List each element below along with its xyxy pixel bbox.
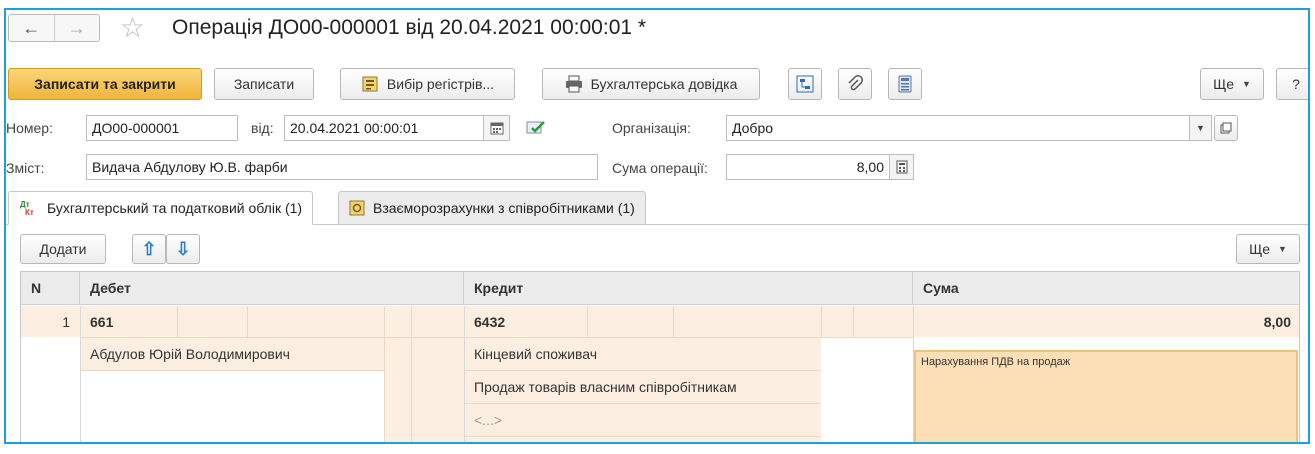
column-header-n[interactable]: N: [21, 272, 80, 305]
credit-account-cell[interactable]: 6432: [464, 306, 913, 337]
debit-subconto-cell[interactable]: Абдулов Юрій Володимирович: [80, 337, 384, 370]
arrow-down-icon: ⇩: [175, 238, 191, 259]
chevron-down-icon: ▼: [1196, 123, 1205, 133]
document-window: ← → ☆ Операція ДО00-000001 від 20.04.202…: [4, 8, 1310, 444]
date-label: від:: [251, 120, 274, 136]
amount-cell[interactable]: 8,00: [913, 306, 1299, 337]
back-button[interactable]: ←: [9, 15, 54, 41]
organization-field[interactable]: Добро: [726, 115, 1190, 141]
table-more-label: Ще: [1249, 241, 1270, 257]
credit-subconto-filler: [464, 436, 821, 442]
organization-label: Організація:: [612, 120, 691, 136]
open-window-icon: [1220, 122, 1232, 134]
row-separator: [464, 403, 821, 404]
tab-accounting-label: Бухгалтерський та податковий облік (1): [47, 200, 303, 216]
debit-account-cell[interactable]: 661: [80, 306, 464, 337]
subcolumn-separator: [821, 306, 822, 337]
credit-subconto-cell-2[interactable]: Продаж товарів власним співробітникам: [464, 370, 821, 403]
more-actions-label: Ще: [1213, 76, 1234, 92]
row-separator: [80, 370, 384, 371]
open-organization-button[interactable]: [1214, 115, 1238, 141]
save-button[interactable]: Записати: [214, 68, 314, 100]
choose-registers-button[interactable]: Вибір регістрів...: [340, 68, 515, 100]
favorite-star-icon[interactable]: ☆: [120, 12, 145, 44]
tab-settlements-label: Взаєморозрахунки з співробітниками (1): [373, 200, 635, 216]
subcolumn-separator: [853, 306, 854, 337]
column-separator: [80, 306, 81, 442]
navigation-buttons: ← →: [8, 14, 100, 42]
registers-icon: [361, 75, 379, 93]
svg-text:Кт: Кт: [25, 208, 34, 217]
column-separator: [464, 306, 465, 442]
save-and-close-button[interactable]: Записати та закрити: [8, 68, 202, 100]
subcolumn-separator: [247, 306, 248, 337]
chevron-down-icon: ▼: [1278, 244, 1287, 254]
credit-subconto-cell-1[interactable]: Кінцевий споживач: [464, 337, 821, 370]
add-row-button[interactable]: Додати: [20, 234, 106, 264]
amount-calculator-button[interactable]: [890, 154, 914, 180]
calculator-icon: [897, 75, 913, 93]
row-separator: [464, 436, 821, 437]
amount-field[interactable]: 8,00: [726, 154, 890, 180]
column-header-debit[interactable]: Дебет: [80, 272, 464, 305]
move-down-button[interactable]: ⇩: [166, 234, 200, 264]
entries-table: N Дебет Кредит Сума 1 661 Абдулов Юрій В…: [20, 271, 1300, 442]
row-separator: [80, 337, 913, 338]
more-actions-button[interactable]: Ще ▼: [1200, 68, 1264, 100]
printer-icon: [565, 75, 583, 93]
attachments-button[interactable]: [838, 68, 872, 100]
arrow-right-icon: →: [67, 17, 86, 38]
table-more-button[interactable]: Ще ▼: [1236, 234, 1300, 264]
accounting-statement-button[interactable]: Бухгалтерська довідка: [542, 68, 760, 100]
amount-label: Сума операції:: [612, 160, 708, 176]
tab-settlements[interactable]: Взаєморозрахунки з співробітниками (1): [338, 191, 646, 225]
row-number-cell: 1: [21, 306, 80, 337]
column-header-credit[interactable]: Кредит: [464, 272, 913, 305]
calculator-icon: [896, 160, 908, 174]
move-up-button[interactable]: ⇧: [132, 234, 166, 264]
choose-registers-label: Вибір регістрів...: [386, 76, 495, 92]
chevron-down-icon: ▼: [1242, 79, 1251, 89]
forward-button[interactable]: →: [53, 15, 100, 41]
column-separator: [913, 306, 914, 442]
number-label: Номер:: [6, 120, 53, 136]
subcolumn-separator: [384, 306, 385, 442]
content-field[interactable]: Видача Абдулову Ю.В. фарби: [86, 154, 598, 180]
subcolumn-separator: [411, 306, 412, 442]
credit-subconto-cell-3[interactable]: <...>: [464, 403, 821, 436]
paperclip-icon: [846, 75, 864, 93]
number-field[interactable]: ДО00-000001: [86, 115, 238, 141]
column-header-amount[interactable]: Сума: [913, 272, 1299, 305]
content-label: Зміст:: [6, 160, 45, 176]
entry-comment[interactable]: Нарахування ПДВ на продаж: [914, 350, 1298, 442]
row-separator: [464, 370, 821, 371]
posted-status-icon: [526, 119, 546, 138]
date-field[interactable]: 20.04.2021 00:00:01: [284, 115, 484, 141]
structure-icon: [796, 75, 814, 93]
window-title: Операція ДО00-000001 від 20.04.2021 00:0…: [172, 16, 647, 39]
calendar-icon: [490, 121, 504, 135]
organization-dropdown-button[interactable]: ▼: [1190, 115, 1212, 141]
arrow-up-icon: ⇧: [141, 238, 157, 259]
arrow-left-icon: ←: [22, 17, 41, 38]
tab-accounting[interactable]: Дт Кт Бухгалтерський та податковий облік …: [8, 191, 314, 225]
debit-extra-cell: [384, 337, 464, 442]
subcolumn-separator: [673, 306, 674, 337]
subcolumn-separator: [177, 306, 178, 337]
settlements-icon: [349, 200, 365, 216]
structure-button[interactable]: [788, 68, 822, 100]
accounting-statement-label: Бухгалтерська довідка: [590, 76, 738, 92]
calculator-button[interactable]: [888, 68, 922, 100]
help-button[interactable]: ?: [1276, 68, 1308, 100]
subcolumn-separator: [587, 306, 588, 337]
date-picker-button[interactable]: [484, 115, 510, 141]
dt-kt-icon: Дт Кт: [19, 199, 39, 217]
